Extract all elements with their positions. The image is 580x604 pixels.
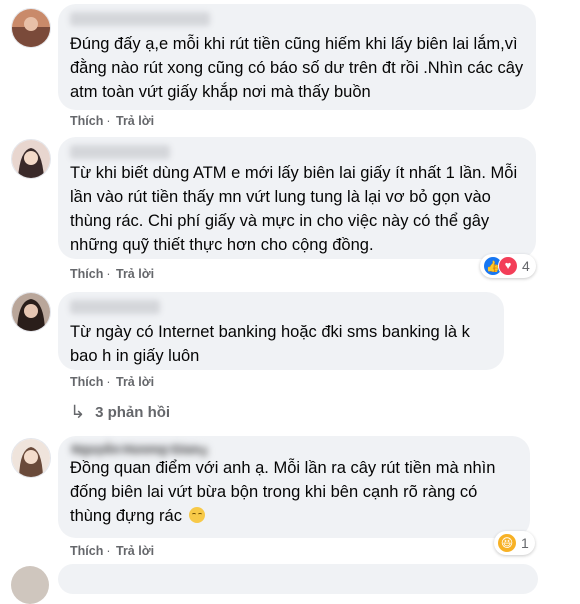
reaction-count: 1: [521, 535, 529, 551]
author-name-ghost: Nguyễn Hương Giang: [72, 442, 208, 457]
separator-dot: ·: [106, 544, 111, 558]
comment-text: Từ ngày có Internet banking hoặc đki sms…: [70, 323, 470, 365]
reply-link[interactable]: Trả lời: [116, 114, 154, 128]
avatar[interactable]: [11, 139, 51, 179]
comment-bubble: Đúng đấy ạ,e mỗi khi rút tiền cũng hiếm …: [58, 4, 536, 110]
comment-text: Từ khi biết dùng ATM e mới lấy biên lai …: [70, 164, 518, 254]
comment-actions: Thích · Trả lời: [70, 375, 163, 389]
avatar-image: [12, 439, 50, 477]
reaction-summary[interactable]: 😆 1: [494, 531, 535, 555]
reaction-count: 4: [522, 258, 530, 274]
like-link[interactable]: Thích: [70, 267, 103, 281]
reply-arrow-icon: ↳: [70, 402, 86, 422]
comment-text-content: Đồng quan điểm với anh ạ. Mỗi lần ra cây…: [70, 459, 496, 525]
avatar[interactable]: [11, 438, 51, 478]
like-link[interactable]: Thích: [70, 114, 103, 128]
like-link[interactable]: Thích: [70, 375, 103, 389]
avatar[interactable]: [11, 292, 51, 332]
avatar[interactable]: [11, 8, 51, 48]
avatar-image: [12, 9, 50, 47]
comment-text: Đồng quan điểm với anh ạ. Mỗi lần ra cây…: [70, 456, 518, 528]
avatar-image: [12, 140, 50, 178]
separator-dot: ·: [106, 267, 111, 281]
comment-actions: Thích · Trả lời: [70, 544, 163, 558]
reply-link[interactable]: Trả lời: [116, 375, 154, 389]
replies-count-label: 3 phản hồi: [95, 404, 171, 421]
view-replies-link[interactable]: ↳ 3 phản hồi: [70, 402, 170, 423]
comment-actions: Thích · Trả lời: [70, 267, 163, 281]
comment-bubble: Từ khi biết dùng ATM e mới lấy biên lai …: [58, 137, 536, 259]
avatar-image: [12, 293, 50, 331]
comment-actions: Thích · Trả lời: [70, 114, 163, 128]
reply-link[interactable]: Trả lời: [116, 267, 154, 281]
author-name-redacted[interactable]: [70, 12, 210, 26]
author-name-redacted[interactable]: [70, 300, 160, 314]
reaction-summary[interactable]: 👍 ♥ 4: [480, 254, 536, 278]
disappointed-face-emoji-icon: [188, 507, 205, 523]
reply-link[interactable]: Trả lời: [116, 544, 154, 558]
comment-bubble: [58, 564, 538, 594]
separator-dot: ·: [106, 375, 111, 389]
comment-bubble: Nguyễn Hương Giang Đồng quan điểm với an…: [58, 436, 530, 538]
like-link[interactable]: Thích: [70, 544, 103, 558]
separator-dot: ·: [106, 114, 111, 128]
love-reaction-icon: ♥: [498, 256, 518, 276]
haha-reaction-icon: 😆: [497, 533, 517, 553]
author-name-redacted[interactable]: [70, 145, 170, 159]
author-name-redacted[interactable]: Nguyễn Hương Giang: [70, 442, 208, 457]
comment-text: Đúng đấy ạ,e mỗi khi rút tiền cũng hiếm …: [70, 35, 524, 101]
comment-bubble: Từ ngày có Internet banking hoặc đki sms…: [58, 292, 504, 370]
